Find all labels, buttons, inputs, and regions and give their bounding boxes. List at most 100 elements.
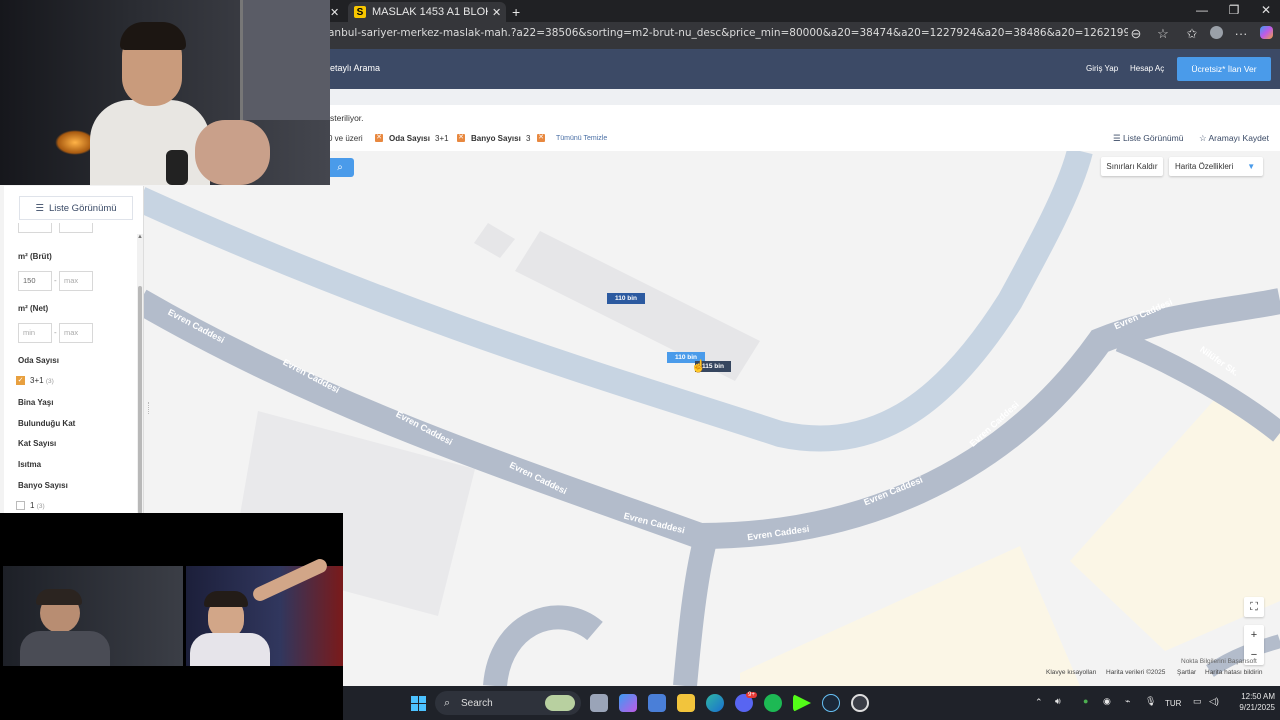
edge-icon[interactable] bbox=[706, 694, 724, 712]
building-block bbox=[474, 223, 515, 258]
login-link[interactable]: Giriş Yap bbox=[1086, 64, 1118, 73]
copilot-app-icon[interactable] bbox=[619, 694, 637, 712]
bath-checkbox[interactable] bbox=[16, 501, 25, 510]
copilot-icon[interactable] bbox=[1256, 26, 1276, 42]
microphone-icon[interactable]: 🎙︎ bbox=[1145, 696, 1156, 707]
clear-all-link[interactable]: Tümünü Temizle bbox=[556, 135, 607, 142]
scroll-up-icon[interactable]: ▲ bbox=[137, 234, 143, 240]
list-view-button[interactable]: ☰ Liste Görünümü bbox=[19, 196, 133, 220]
webcam-overlay bbox=[0, 513, 343, 720]
browser-tab[interactable]: S MASLAK 1453 A1 BLOK 280m2 E ✕ bbox=[348, 2, 506, 22]
m2-gross-max-input[interactable]: max bbox=[59, 271, 93, 291]
map-features-label: Harita Özellikleri bbox=[1175, 162, 1234, 171]
m2-net-label: m² (Net) bbox=[18, 304, 49, 313]
list-view-label: Liste Görünümü bbox=[1122, 133, 1184, 143]
keyboard-shortcuts-link[interactable]: Klavye kısayolları bbox=[1046, 669, 1097, 676]
hand-cursor-icon: ☝ bbox=[691, 359, 706, 373]
fullscreen-icon[interactable]: ⛶ bbox=[1244, 597, 1264, 617]
list-view-link[interactable]: ☰ Liste Görünümü bbox=[1113, 133, 1183, 144]
m2-net-min-input[interactable]: min bbox=[18, 323, 52, 343]
url-field[interactable]: anbul-sariyer-merkez-maslak-mah.?a22=385… bbox=[328, 27, 1128, 45]
remove-filter-icon[interactable]: ✕ bbox=[537, 134, 545, 142]
profile-avatar-icon[interactable] bbox=[1206, 26, 1226, 42]
park-area bbox=[740, 546, 1080, 686]
search-label: Search bbox=[461, 697, 493, 709]
language-indicator[interactable]: TUR bbox=[1165, 699, 1181, 708]
maximize-icon[interactable]: ❐ bbox=[1220, 3, 1248, 17]
map-data-text: Harita verileri ©2025 bbox=[1106, 669, 1166, 676]
price-min-input[interactable] bbox=[18, 223, 52, 233]
save-search-link[interactable]: ☆ Aramayı Kaydet bbox=[1199, 133, 1269, 144]
shield-icon[interactable]: ● bbox=[1083, 696, 1088, 706]
post-ad-button[interactable]: Ücretsiz* İlan Ver bbox=[1177, 57, 1271, 81]
baths-filter-label: Banyo Sayısı bbox=[471, 134, 521, 143]
network-icon[interactable]: ⌁ bbox=[1125, 696, 1130, 707]
rooms-checkbox[interactable]: ✓ bbox=[16, 376, 25, 385]
price-filter-tag: 0 ve üzeri bbox=[328, 134, 363, 143]
remove-filter-icon[interactable]: ✕ bbox=[457, 134, 465, 142]
zoom-in-icon[interactable]: + bbox=[1251, 629, 1257, 641]
register-link[interactable]: Hesap Aç bbox=[1130, 64, 1164, 73]
detailed-search-link[interactable]: etaylı Arama bbox=[330, 63, 380, 73]
search-icon[interactable]: ⌕ bbox=[326, 158, 354, 177]
minimize-icon[interactable]: — bbox=[1188, 3, 1216, 17]
clock-date: 9/21/2025 bbox=[1239, 703, 1275, 712]
map-attribution: Nokta Bilgilerini Başarısoft bbox=[1181, 658, 1257, 665]
price-max-input[interactable] bbox=[59, 223, 93, 233]
kick-icon[interactable] bbox=[793, 694, 811, 712]
favorite-star-icon[interactable]: ☆ bbox=[1153, 26, 1173, 42]
scrollbar-thumb[interactable] bbox=[138, 286, 142, 514]
map-features-dropdown[interactable]: Harita Özellikleri ▼ bbox=[1169, 157, 1263, 176]
rooms-label: Oda Sayısı bbox=[18, 356, 59, 365]
filter-sidebar: ☰ Liste Görünümü m² (Brüt) 150 - max m² … bbox=[4, 186, 144, 514]
search-highlight-icon bbox=[545, 695, 575, 711]
speaker-icon[interactable]: 🔊︎ bbox=[1055, 696, 1061, 707]
list-icon: ☰ bbox=[1113, 133, 1123, 143]
search-icon: ⌕ bbox=[444, 696, 451, 709]
floor-label[interactable]: Bulunduğu Kat bbox=[18, 419, 75, 428]
m2-gross-min-input[interactable]: 150 bbox=[18, 271, 52, 291]
baths-filter-value: 3 bbox=[526, 134, 531, 143]
terms-link[interactable]: Şartlar bbox=[1177, 669, 1196, 676]
save-search-label: Aramayı Kaydet bbox=[1208, 133, 1269, 143]
obs-icon[interactable] bbox=[851, 694, 869, 712]
sidebar-scrollbar[interactable]: ▲ bbox=[137, 234, 143, 514]
taskbar-search[interactable]: ⌕ Search bbox=[435, 691, 581, 715]
building-age-label[interactable]: Bina Yaşı bbox=[18, 398, 53, 407]
steam-tray-icon[interactable]: ◉ bbox=[1103, 696, 1111, 707]
clock[interactable]: 12:50 AM 9/21/2025 bbox=[1231, 692, 1275, 712]
windows-start-icon[interactable] bbox=[411, 696, 426, 711]
baths-label[interactable]: Banyo Sayısı bbox=[18, 481, 68, 490]
close-tab-icon[interactable]: ✕ bbox=[330, 2, 342, 22]
close-window-icon[interactable]: ✕ bbox=[1252, 3, 1280, 17]
store-icon[interactable] bbox=[648, 694, 666, 712]
task-view-icon[interactable] bbox=[590, 694, 608, 712]
remove-filter-icon[interactable]: ✕ bbox=[375, 134, 383, 142]
m2-net-max-input[interactable]: max bbox=[59, 323, 93, 343]
panel-resizer[interactable] bbox=[148, 402, 152, 414]
close-tab-icon[interactable]: ✕ bbox=[492, 6, 501, 19]
heating-label[interactable]: Isıtma bbox=[18, 460, 41, 469]
clock-time: 12:50 AM bbox=[1241, 692, 1275, 701]
favorites-icon[interactable]: ✩ bbox=[1182, 26, 1202, 42]
display-icon[interactable]: ▭ bbox=[1193, 696, 1202, 707]
reader-icon[interactable]: ⊖ bbox=[1126, 26, 1146, 42]
list-icon: ☰ bbox=[35, 202, 44, 214]
volume-icon[interactable]: ◁) bbox=[1209, 696, 1219, 707]
report-error-link[interactable]: Harita hatası bildirin bbox=[1205, 669, 1262, 676]
range-dash: - bbox=[54, 328, 57, 337]
new-tab-icon[interactable]: + bbox=[512, 2, 526, 22]
m2-gross-label: m² (Brüt) bbox=[18, 252, 52, 261]
discord-badge: 9+ bbox=[746, 692, 757, 698]
file-explorer-icon[interactable] bbox=[677, 694, 695, 712]
more-menu-icon[interactable]: ··· bbox=[1231, 26, 1251, 41]
windows-taskbar: ⌕ Search 9+ ⌃ 🔊︎ ● ◉ ⌁ 🎙︎ TUR ▭ ◁) 12:50… bbox=[343, 686, 1280, 720]
remove-bounds-button[interactable]: Sınırları Kaldır bbox=[1101, 157, 1163, 176]
chevron-up-icon[interactable]: ⌃ bbox=[1035, 697, 1043, 708]
tab-title: MASLAK 1453 A1 BLOK 280m2 E bbox=[372, 6, 488, 18]
price-pin[interactable]: 110 bin bbox=[607, 293, 645, 304]
floor-count-label[interactable]: Kat Sayısı bbox=[18, 439, 56, 448]
bath-option-label: 1 (3) bbox=[30, 501, 45, 510]
spotify-icon[interactable] bbox=[764, 694, 782, 712]
steam-icon[interactable] bbox=[822, 694, 840, 712]
